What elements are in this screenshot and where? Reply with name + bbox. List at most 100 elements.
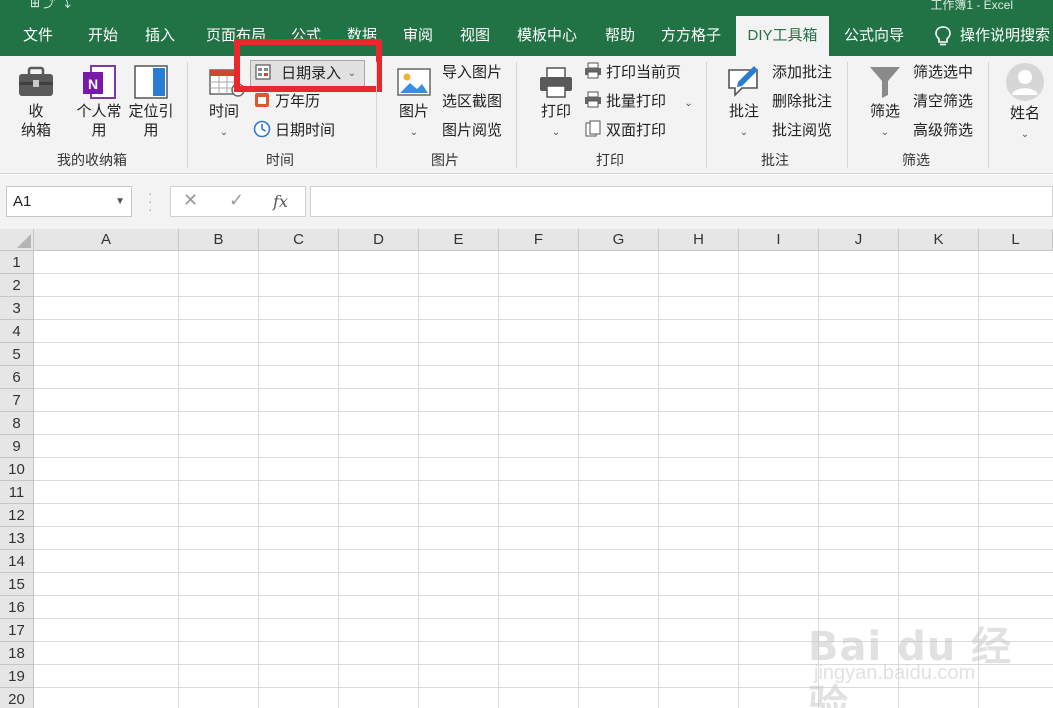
row-gridline xyxy=(34,457,1053,458)
group-label-comment: 批注 xyxy=(761,152,789,168)
selection-capture-label: 选区截图 xyxy=(442,93,503,110)
row-header-2[interactable]: 2 xyxy=(0,274,34,297)
row-header-7[interactable]: 7 xyxy=(0,389,34,412)
print-button[interactable]: 打印 ⌄ xyxy=(532,66,580,142)
row-header-6[interactable]: 6 xyxy=(0,366,34,389)
row-header-14[interactable]: 14 xyxy=(0,550,34,573)
select-all-corner[interactable] xyxy=(0,229,34,251)
row-gridline xyxy=(34,687,1053,688)
locate-reference-button[interactable]: 定位引 用 xyxy=(126,64,176,140)
storage-box-button[interactable]: 收 纳箱 xyxy=(14,64,58,140)
row-header-18[interactable]: 18 xyxy=(0,642,34,665)
tab-fangfange[interactable]: 方方格子 xyxy=(651,16,731,56)
tab-file[interactable]: 文件 xyxy=(8,16,68,56)
tab-page-layout[interactable]: 页面布局 xyxy=(194,16,278,56)
comment-button[interactable]: 批注 ⌄ xyxy=(720,64,768,142)
drag-handle-icon[interactable]: · · · xyxy=(148,186,153,216)
row-header-4[interactable]: 4 xyxy=(0,320,34,343)
picture-browse-button[interactable]: 图片阅览 xyxy=(442,119,502,143)
row-header-5[interactable]: 5 xyxy=(0,343,34,366)
tab-formula-wizard[interactable]: 公式向导 xyxy=(834,16,914,56)
row-header-8[interactable]: 8 xyxy=(0,412,34,435)
column-header-c[interactable]: C xyxy=(259,229,339,251)
formula-input[interactable] xyxy=(310,186,1053,217)
row-header-11[interactable]: 11 xyxy=(0,481,34,504)
tab-review[interactable]: 审阅 xyxy=(392,16,444,56)
row-header-3[interactable]: 3 xyxy=(0,297,34,320)
tab-help[interactable]: 帮助 xyxy=(594,16,646,56)
clear-filter-label: 清空筛选 xyxy=(913,93,974,110)
row-header-13[interactable]: 13 xyxy=(0,527,34,550)
column-header-j[interactable]: J xyxy=(819,229,899,251)
add-comment-button[interactable]: 添加批注 xyxy=(772,61,832,85)
column-header-h[interactable]: H xyxy=(659,229,739,251)
confirm-icon[interactable]: ✓ xyxy=(229,190,244,211)
column-header-a[interactable]: A xyxy=(34,229,179,251)
filter-selected-button[interactable]: 筛选选中 xyxy=(913,61,973,85)
row-header-10[interactable]: 10 xyxy=(0,458,34,481)
row-gridline xyxy=(34,503,1053,504)
row-header-15[interactable]: 15 xyxy=(0,573,34,596)
selection-capture-button[interactable]: 选区截图 xyxy=(442,90,502,114)
tab-formulas[interactable]: 公式 xyxy=(280,16,332,56)
spreadsheet-grid[interactable]: ABCDEFGHIJKL 1 2 3 4 5 6 7 8 9 10 11 12 13 14 15 16 17 18… xyxy=(0,229,1053,708)
row-header-12[interactable]: 12 xyxy=(0,504,34,527)
date-entry-dropdown[interactable]: 日期录入 ⌄ xyxy=(250,60,365,88)
picture-button[interactable]: 图片 ⌄ xyxy=(390,66,438,142)
column-header-l[interactable]: L xyxy=(979,229,1053,251)
tab-view[interactable]: 视图 xyxy=(449,16,501,56)
advanced-filter-button[interactable]: 高级筛选 xyxy=(913,119,973,143)
row-gridline xyxy=(34,296,1053,297)
column-header-g[interactable]: G xyxy=(579,229,659,251)
name-box[interactable]: A1 ▼ xyxy=(6,186,132,217)
row-header-1[interactable]: 1 xyxy=(0,251,34,274)
name-button[interactable]: 姓名 ⌄ xyxy=(1002,62,1048,144)
column-header-k[interactable]: K xyxy=(899,229,979,251)
perpetual-calendar-button[interactable]: 万年历 xyxy=(253,90,320,114)
date-time-button[interactable]: 日期时间 xyxy=(253,119,335,143)
svg-text:N: N xyxy=(88,76,98,92)
filter-button[interactable]: 筛选 ⌄ xyxy=(862,64,908,142)
group-separator xyxy=(988,62,989,168)
insert-function-icon[interactable]: fx xyxy=(273,192,288,211)
comment-browse-button[interactable]: 批注阅览 xyxy=(772,119,832,143)
delete-comment-button[interactable]: 删除批注 xyxy=(772,90,832,114)
print-current-page-button[interactable]: 打印当前页 xyxy=(584,61,681,85)
cancel-icon[interactable]: ✕ xyxy=(183,190,198,211)
tab-diy-toolbox[interactable]: DIY工具箱 xyxy=(736,16,829,56)
storage-box-label: 收 纳箱 xyxy=(20,103,51,139)
tab-insert[interactable]: 插入 xyxy=(134,16,186,56)
time-button[interactable]: 时间 ⌄ xyxy=(200,66,248,142)
column-header-f[interactable]: F xyxy=(499,229,579,251)
group-separator xyxy=(706,62,707,168)
tab-data[interactable]: 数据 xyxy=(336,16,388,56)
clear-filter-button[interactable]: 清空筛选 xyxy=(913,90,973,114)
ribbon: 收 纳箱 N 个人常 用 定位引 用 我的收纳箱 时间 ⌄ 日期录入 ⌄ 万年历… xyxy=(0,39,1053,174)
row-header-16[interactable]: 16 xyxy=(0,596,34,619)
row-header-17[interactable]: 17 xyxy=(0,619,34,642)
batch-print-button[interactable]: 批量打印 ⌄ xyxy=(584,90,693,114)
column-header-d[interactable]: D xyxy=(339,229,419,251)
row-gridline xyxy=(34,526,1053,527)
import-picture-button[interactable]: 导入图片 xyxy=(442,61,502,85)
column-header-i[interactable]: I xyxy=(739,229,819,251)
quick-access-toolbar[interactable]: ⊞ ⤴ ⤵ xyxy=(30,0,71,11)
chevron-down-icon[interactable]: ▼ xyxy=(115,187,125,216)
row-header-19[interactable]: 19 xyxy=(0,665,34,688)
tab-home[interactable]: 开始 xyxy=(74,16,132,56)
printer-small-icon xyxy=(585,62,601,79)
personal-favorites-button[interactable]: N 个人常 用 xyxy=(74,64,124,140)
picture-label: 图片 xyxy=(398,103,429,120)
duplex-print-button[interactable]: 双面打印 xyxy=(584,119,666,143)
locate-reference-label: 定位引 用 xyxy=(128,103,174,139)
user-avatar-icon xyxy=(1006,63,1044,101)
tell-me-search[interactable]: 操作说明搜索 xyxy=(960,16,1053,56)
row-header-9[interactable]: 9 xyxy=(0,435,34,458)
batch-print-label: 批量打印 xyxy=(606,93,667,110)
column-header-b[interactable]: B xyxy=(179,229,259,251)
column-header-e[interactable]: E xyxy=(419,229,499,251)
calendar-icon xyxy=(255,93,269,107)
tab-template-center[interactable]: 模板中心 xyxy=(507,16,587,56)
row-header-20[interactable]: 20 xyxy=(0,688,34,708)
onenote-icon: N xyxy=(83,65,116,99)
